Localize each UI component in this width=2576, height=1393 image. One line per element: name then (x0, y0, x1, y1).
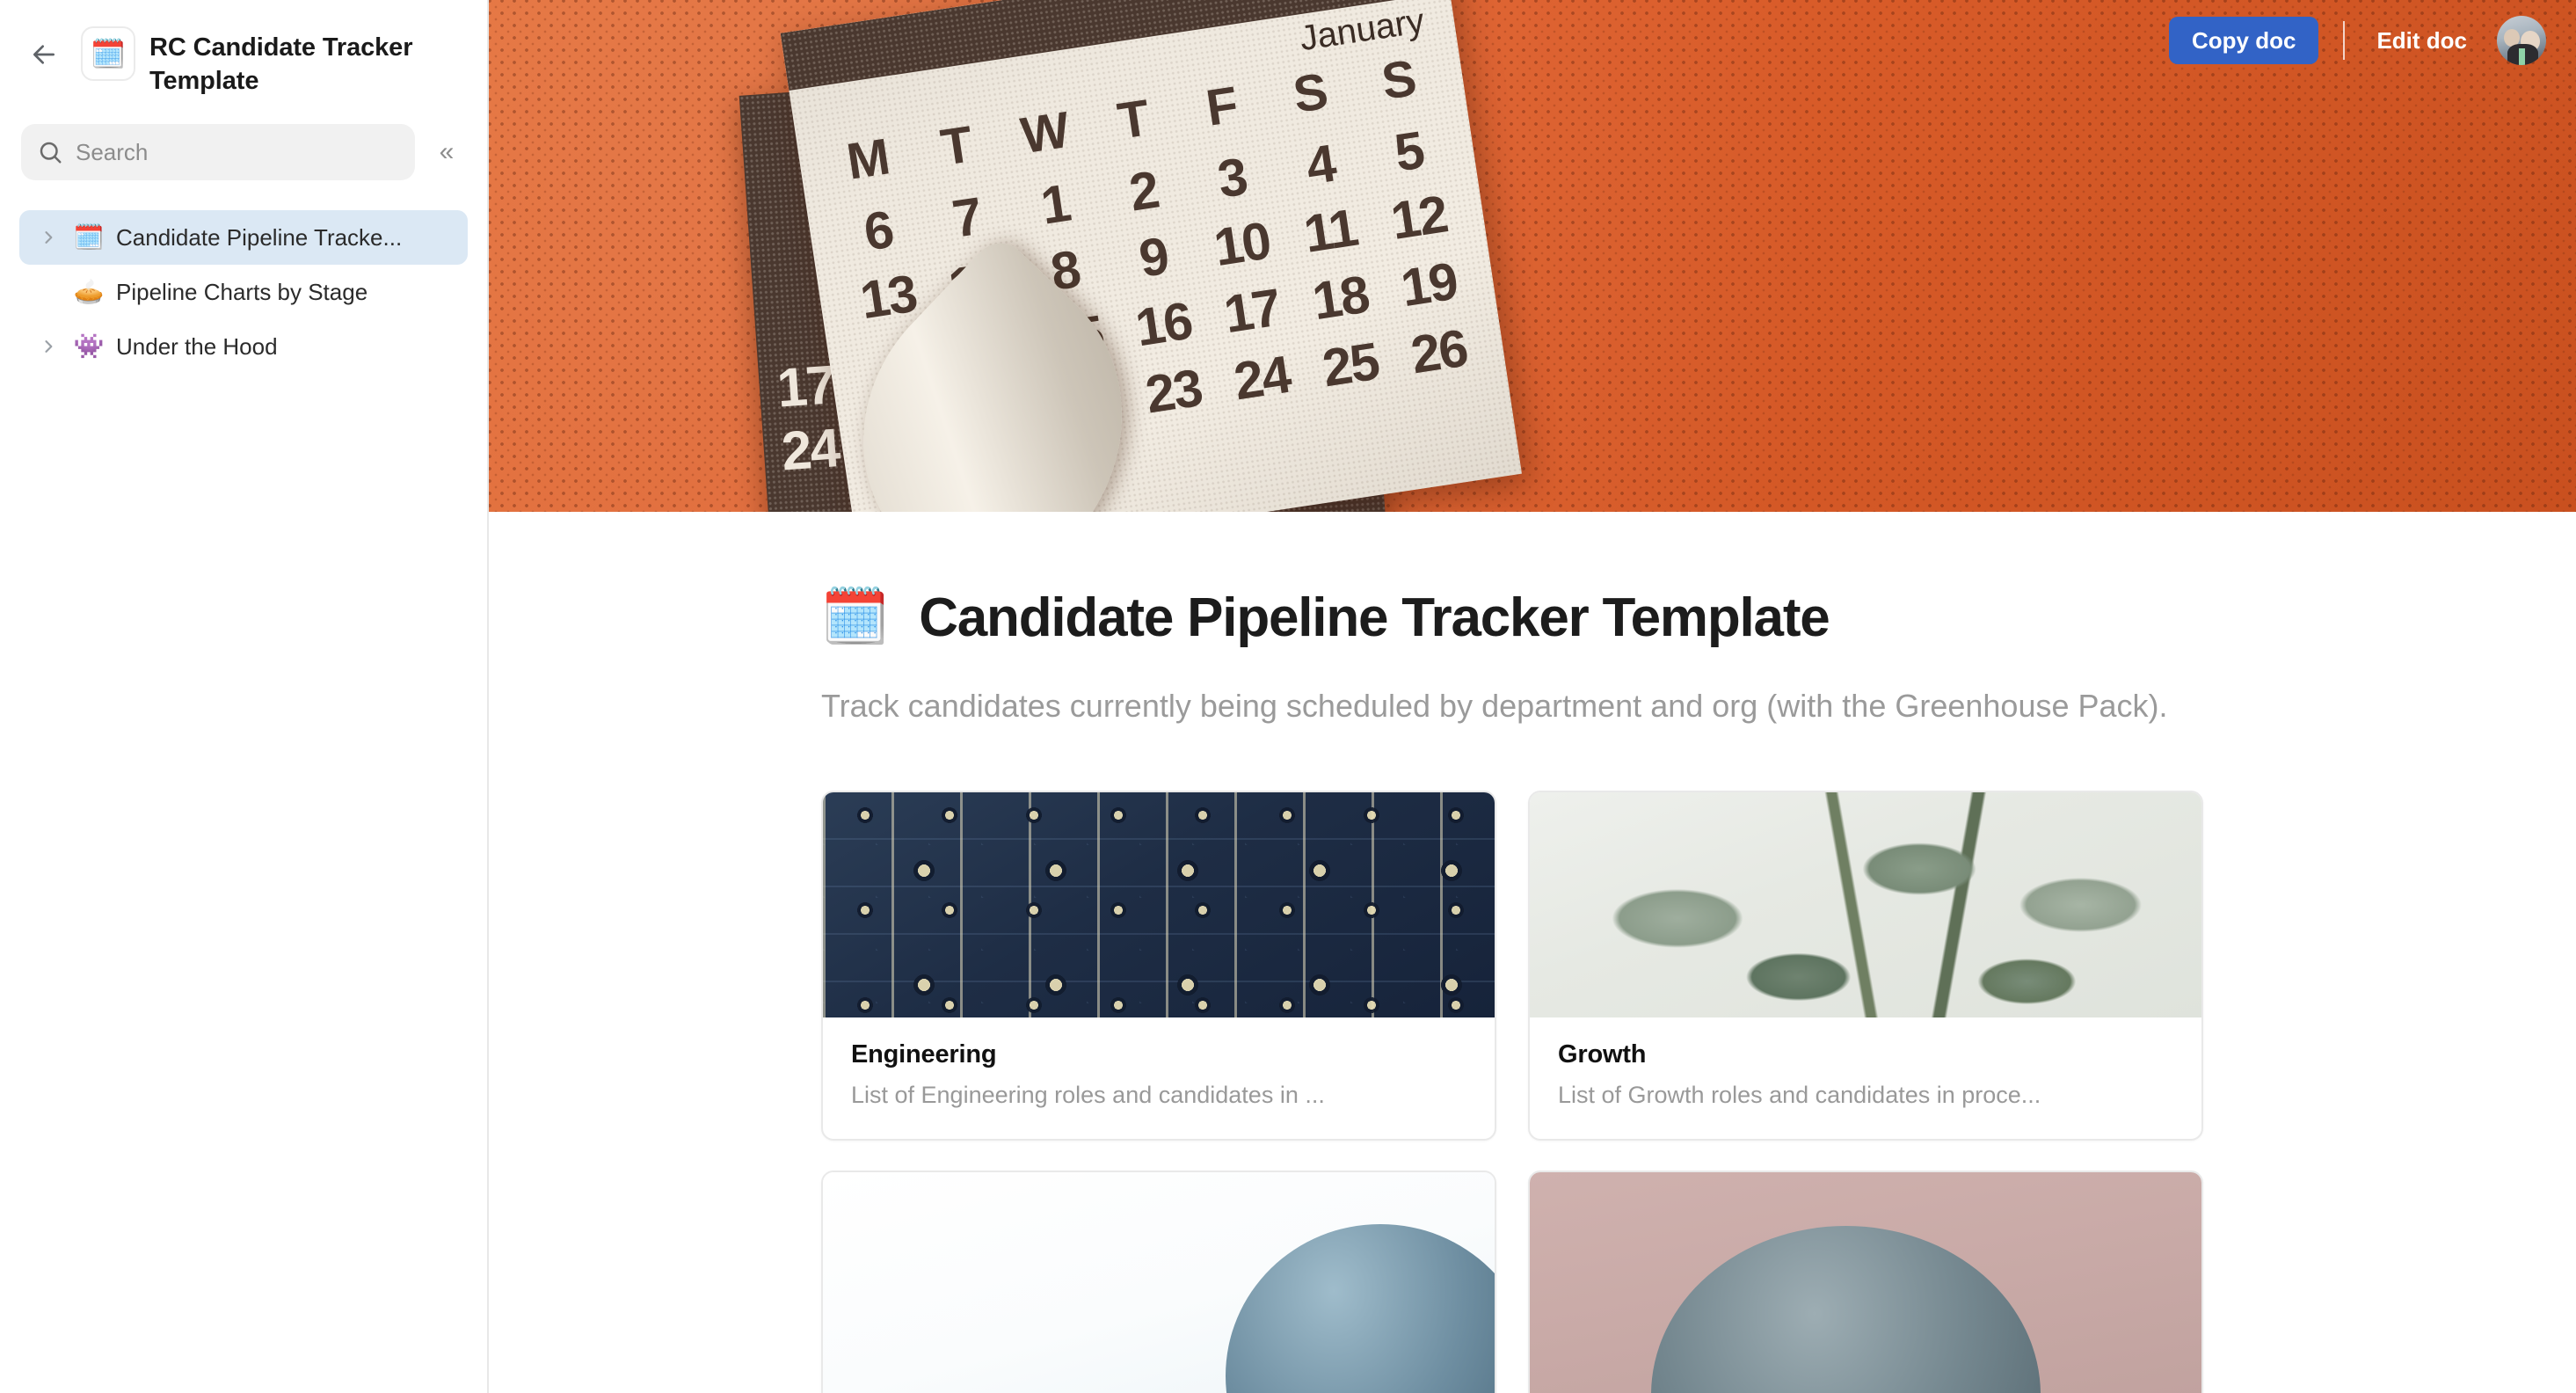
card-fourth-partial[interactable] (1528, 1170, 2203, 1393)
sidebar-header: 🗓️ RC Candidate Tracker Template (0, 0, 487, 98)
main-content: 17 18 19 20 24 25 26 27 (489, 0, 2576, 1393)
page-title-row: 🗓️ Candidate Pipeline Tracker Template (821, 586, 2479, 650)
card-description: List of Engineering roles and candidates… (851, 1081, 1325, 1108)
collapse-sidebar-icon[interactable]: « (427, 133, 466, 171)
avatar[interactable] (2497, 16, 2546, 65)
day-initial: S (1378, 49, 1419, 111)
header-divider (2343, 21, 2346, 60)
header-actions: Copy doc Edit doc (2168, 16, 2546, 65)
doc-icon-chip[interactable]: 🗓️ (81, 26, 135, 81)
calendar-front-sheet: January M T W T F S S 6 7 1 2 3 4 5 13 8… (780, 0, 1522, 512)
card-third-partial[interactable] (821, 1170, 1496, 1393)
date-cell: 19 (1397, 251, 1461, 318)
date-cell: 11 (1299, 198, 1361, 265)
sidebar-item-under-the-hood[interactable]: 👾 Under the Hood (19, 319, 468, 374)
page-subtitle: Track candidates currently being schedul… (821, 688, 2168, 725)
search-icon (37, 139, 63, 165)
date-cell: 24 (779, 418, 841, 483)
chevron-right-icon[interactable] (28, 338, 69, 355)
date-cell: 18 (1308, 264, 1372, 332)
copy-doc-button[interactable]: Copy doc (2168, 17, 2319, 64)
date-cell: 4 (1302, 133, 1339, 196)
card-title: Growth (1558, 1039, 1647, 1068)
date-cell: 5 (1390, 120, 1427, 183)
search-input[interactable] (76, 138, 399, 166)
date-cell: 6 (860, 199, 897, 262)
sidebar-item-label: Pipeline Charts by Stage (116, 278, 368, 305)
pie-chart-emoji: 🥧 (73, 278, 105, 306)
sidebar-item-pipeline-charts-by-stage[interactable]: 🥧 Pipeline Charts by Stage (19, 265, 468, 319)
sidebar-item-label: Under the Hood (116, 332, 278, 360)
date-cell: 17 (775, 354, 837, 419)
app-root: 🗓️ RC Candidate Tracker Template « (0, 0, 2576, 1393)
date-cell: 2 (1125, 159, 1162, 222)
day-initial: T (1114, 89, 1152, 150)
card-engineering[interactable]: Engineering List of Engineering roles an… (821, 790, 1496, 1141)
day-initial: T (937, 115, 975, 177)
day-initial: M (843, 128, 892, 191)
date-cell: 17 (1219, 277, 1284, 345)
card-growth[interactable]: Growth List of Growth roles and candidat… (1528, 790, 2203, 1141)
circuit-board-image (823, 791, 1495, 1017)
card-body: Engineering List of Engineering roles an… (823, 1017, 1495, 1139)
edit-doc-button[interactable]: Edit doc (2369, 27, 2474, 55)
sidebar-nav: 🗓️ Candidate Pipeline Tracke... 🥧 Pipeli… (0, 210, 487, 374)
day-initial: S (1289, 62, 1330, 124)
document-inner: 🗓️ Candidate Pipeline Tracker Template T… (489, 512, 2576, 1393)
date-cell: 12 (1386, 184, 1451, 252)
avatar-lanyard (2518, 47, 2525, 65)
card-description: List of Growth roles and candidates in p… (1558, 1081, 2041, 1108)
card-grid: Engineering List of Engineering roles an… (821, 790, 2228, 1393)
back-arrow-icon[interactable] (21, 32, 67, 77)
plant-leaves-image (1530, 791, 2201, 1017)
calendar-photo: 17 18 19 20 24 25 26 27 (738, 0, 1612, 512)
spiral-calendar-emoji: 🗓️ (821, 587, 890, 647)
sidebar: 🗓️ RC Candidate Tracker Template « (0, 0, 489, 1393)
stone-pink-image (1530, 1171, 2201, 1393)
date-cell: 3 (1213, 146, 1250, 209)
hero-banner: 17 18 19 20 24 25 26 27 (489, 0, 2576, 512)
date-cell: 10 (1210, 210, 1274, 278)
day-initial: F (1202, 76, 1241, 137)
document-body: 🗓️ Candidate Pipeline Tracker Template T… (489, 512, 2576, 1393)
card-body: Growth List of Growth roles and candidat… (1530, 1017, 2201, 1139)
sidebar-item-candidate-pipeline-tracker[interactable]: 🗓️ Candidate Pipeline Tracke... (19, 210, 468, 266)
search-box[interactable] (21, 124, 415, 181)
date-cell: 16 (1132, 290, 1196, 358)
date-cell: 9 (1135, 226, 1172, 289)
chevron-right-icon[interactable] (28, 229, 69, 246)
day-initial: W (1017, 101, 1072, 165)
alien-monster-emoji: 👾 (73, 332, 105, 361)
sidebar-item-label: Candidate Pipeline Tracke... (116, 223, 403, 251)
spiral-calendar-emoji: 🗓️ (73, 223, 105, 252)
page-title: Candidate Pipeline Tracker Template (919, 587, 1830, 648)
date-cell: 1 (1037, 172, 1073, 236)
spiral-calendar-emoji: 🗓️ (91, 38, 126, 69)
sidebar-search-row: « (0, 124, 487, 181)
card-title: Engineering (851, 1039, 997, 1068)
water-droplets-image (823, 1171, 1495, 1393)
sidebar-doc-title: RC Candidate Tracker Template (149, 33, 413, 95)
